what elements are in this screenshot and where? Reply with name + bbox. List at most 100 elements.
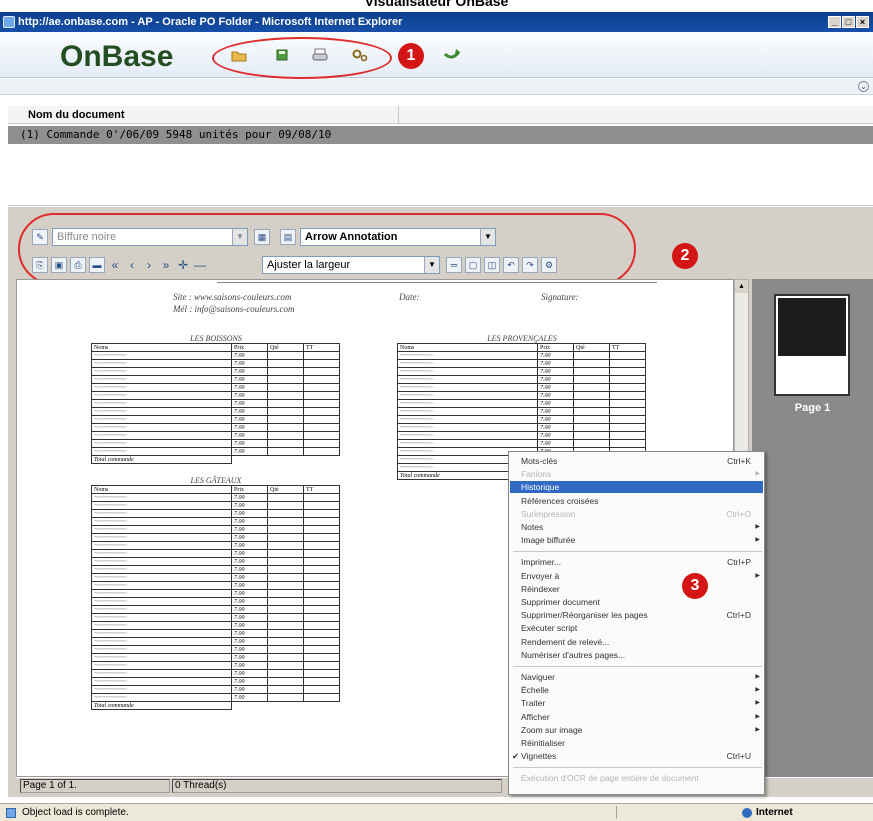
table-cell	[303, 517, 340, 526]
menu-item-label: Numériser d'autres pages...	[521, 649, 626, 660]
menu-item[interactable]: Références croisées	[510, 495, 763, 507]
save-icon[interactable]	[272, 46, 292, 64]
menu-item[interactable]: Historique	[510, 481, 763, 494]
menu-item[interactable]: Échelle ▶	[510, 684, 763, 696]
header-rule	[217, 282, 657, 283]
menu-item[interactable]: Supprimer/Réorganiser les pages Ctrl+D	[510, 609, 763, 621]
menu-item-shortcut: Ctrl+P	[727, 557, 751, 568]
table-cell	[609, 375, 646, 384]
table-cell	[303, 693, 340, 702]
table-cell: ~~~~~~~~~~	[91, 541, 232, 550]
minimize-button[interactable]: _	[828, 16, 841, 28]
table-cell: ~~~~~~~~~~	[91, 375, 232, 384]
menu-item[interactable]: Naviguer ▶	[510, 671, 763, 683]
column-divider[interactable]	[398, 106, 399, 124]
print-icon[interactable]	[310, 46, 330, 64]
menu-item[interactable]: Supprimer document	[510, 596, 763, 608]
table-cell	[267, 613, 304, 622]
table-cell: ~~~~~~~~~~	[91, 431, 232, 440]
table-cell	[267, 415, 304, 424]
table-cell	[267, 375, 304, 384]
menu-item[interactable]: Afficher ▶	[510, 711, 763, 723]
menu-item[interactable]: Notes ▶	[510, 521, 763, 533]
close-button[interactable]: ×	[856, 16, 869, 28]
menu-item[interactable]: Mots-clés Ctrl+K	[510, 455, 763, 467]
table-cell	[303, 637, 340, 646]
document-list-header[interactable]: Nom du document	[8, 106, 873, 124]
table-cell	[609, 359, 646, 368]
table-cell: 7.00	[231, 423, 268, 432]
column-header-name[interactable]: Nom du document	[28, 109, 125, 121]
table-header-cell: Prix	[537, 343, 574, 352]
table-cell	[573, 375, 610, 384]
table-cell: 7.00	[231, 525, 268, 534]
menu-item[interactable]: Rendement de relevé...	[510, 636, 763, 648]
table-cell	[267, 533, 304, 542]
chevron-down-icon[interactable]: ⌄	[858, 81, 869, 92]
thumbnail-label: Page 1	[794, 402, 831, 414]
table-cell: ~~~~~~~~~~	[91, 557, 232, 566]
table-cell	[573, 407, 610, 416]
table-cell: 7.00	[537, 391, 574, 400]
table-cell: ~~~~~~~~~~	[91, 439, 232, 448]
table-cell: 7.00	[231, 501, 268, 510]
menu-item[interactable]: Imprimer... Ctrl+P	[510, 556, 763, 568]
menu-item[interactable]: Exécuter script	[510, 622, 763, 634]
submenu-arrow-icon: ▶	[755, 471, 760, 478]
return-icon[interactable]	[442, 45, 462, 63]
menu-item-label: Envoyer à	[521, 570, 560, 581]
table-cell: ~~~~~~~~~~	[91, 493, 232, 502]
table-gateaux: LES GÂTEAUX Noms Prix Qté TT ~~~~~~~~~~ 7.00 ~~…	[91, 476, 341, 710]
menu-item[interactable]: Image biffurée ▶	[510, 534, 763, 546]
mail-line: Mél : info@saisons-couleurs.com	[173, 304, 295, 314]
menu-item-label: Fanions	[521, 469, 552, 480]
table-cell	[267, 621, 304, 630]
menu-item[interactable]: Envoyer à ▶	[510, 570, 763, 582]
table-cell	[573, 415, 610, 424]
maximize-button[interactable]: □	[842, 16, 855, 28]
thread-indicator: 0 Thread(s)	[172, 779, 502, 793]
table-header-cell: Noms	[91, 485, 232, 494]
table-cell	[573, 351, 610, 360]
table-cell: 7.00	[231, 573, 268, 582]
table-cell: ~~~~~~~~~~	[397, 383, 538, 392]
row-prefix: (1)	[20, 128, 40, 141]
table-cell	[267, 685, 304, 694]
menu-item[interactable]: Traiter ▶	[510, 697, 763, 709]
signature-label: Signature:	[541, 292, 579, 302]
table-cell: 7.00	[231, 629, 268, 638]
table-cell: ~~~~~~~~~~	[91, 573, 232, 582]
thumbnail-page-1[interactable]	[774, 294, 850, 396]
table-cell: ~~~~~~~~~~	[91, 589, 232, 598]
navigation-strip: ⌄	[0, 79, 873, 95]
table-cell: ~~~~~~~~~~	[91, 407, 232, 416]
submenu-arrow-icon: ▶	[755, 713, 760, 720]
table-cell: 7.00	[231, 517, 268, 526]
table-title: LES GÂTEAUX	[190, 476, 242, 485]
menu-item[interactable]: Réindexer	[510, 583, 763, 595]
menu-item: Exécution d'OCR de page entière de docum…	[510, 772, 763, 784]
document-row[interactable]: (1) Commande 0'/06/09 5948 unités pour 0…	[8, 126, 873, 144]
menu-item-label: Supprimer document	[521, 597, 600, 607]
settings-icon[interactable]	[350, 46, 370, 64]
table-cell	[573, 439, 610, 448]
menu-item[interactable]: Zoom sur image ▶	[510, 724, 763, 736]
table-cell: ~~~~~~~~~~	[397, 399, 538, 408]
table-cell	[303, 557, 340, 566]
menu-item[interactable]: Numériser d'autres pages...	[510, 649, 763, 661]
table-cell: ~~~~~~~~~~	[91, 415, 232, 424]
table-cell: 7.00	[537, 423, 574, 432]
table-cell: ~~~~~~~~~~	[91, 533, 232, 542]
scroll-up-icon[interactable]: ▲	[735, 280, 748, 293]
folder-icon[interactable]	[229, 46, 249, 64]
table-cell: ~~~~~~~~~~	[397, 415, 538, 424]
table-cell: ~~~~~~~~~~	[397, 351, 538, 360]
menu-item[interactable]: Réinitialiser	[510, 737, 763, 749]
thumbnail-image	[778, 298, 846, 356]
table-cell	[303, 629, 340, 638]
table-cell	[267, 581, 304, 590]
table-cell: ~~~~~~~~~~	[91, 565, 232, 574]
menu-item[interactable]: ✔ Vignettes Ctrl+U	[510, 750, 763, 762]
menu-item-shortcut: Ctrl+O	[726, 508, 751, 519]
menu-item-label: Vignettes	[521, 751, 557, 762]
